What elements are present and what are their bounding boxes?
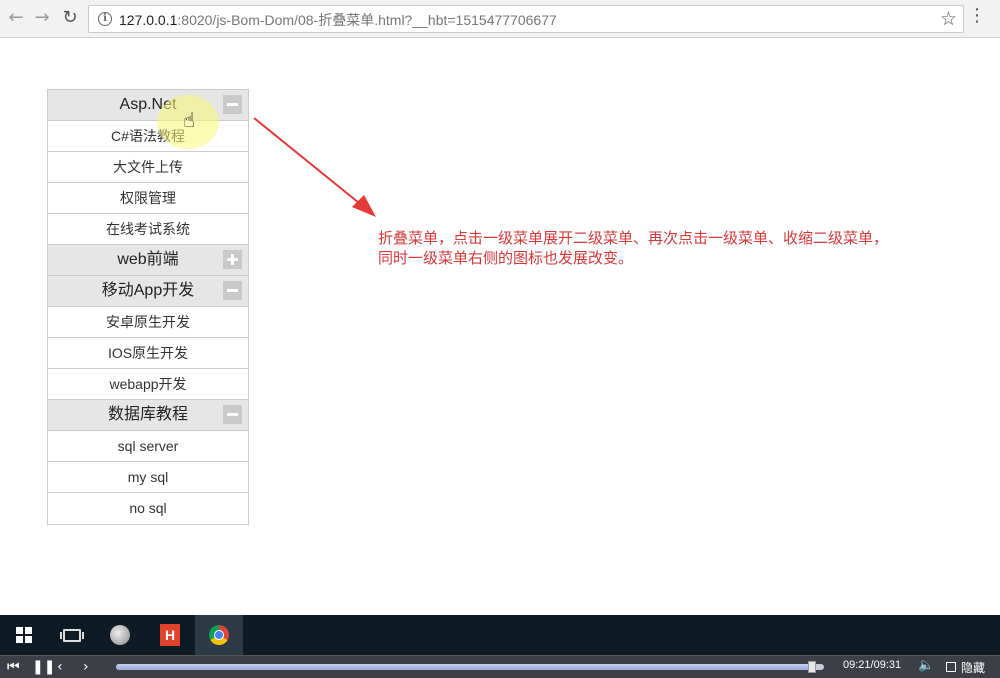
hide-label: 隐藏: [961, 661, 986, 675]
playback-time: 09:21/09:31: [843, 659, 902, 671]
collapsible-menu: Asp.Net C#语法教程 大文件上传 权限管理 在线考试系统 web前端 移动App开发…: [47, 89, 249, 525]
menu-header[interactable]: web前端: [48, 245, 248, 276]
browser-toolbar: ← → ↻ i 127.0.0.1:8020/js-Bom-Dom/08-折叠菜…: [0, 0, 1000, 38]
url-host: 127.0.0.1: [119, 12, 178, 28]
progress-fill: [116, 664, 812, 670]
address-bar[interactable]: i 127.0.0.1:8020/js-Bom-Dom/08-折叠菜单.html…: [88, 5, 964, 33]
annotation-arrow: [253, 117, 376, 217]
submenu-item[interactable]: 权限管理: [48, 183, 248, 214]
expand-plus-icon[interactable]: [223, 250, 242, 269]
collapse-minus-icon[interactable]: [223, 95, 242, 114]
windows-taskbar: H: [0, 615, 1000, 655]
skip-back-icon[interactable]: ⏮: [7, 658, 20, 676]
video-player-bar: ⏮ ❚❚ ‹ › 09:21/09:31 🔈 隐藏: [0, 655, 1000, 678]
menu-header-label: 移动App开发: [101, 282, 195, 299]
next-icon[interactable]: ›: [83, 658, 89, 676]
annotation-line-1: 折叠菜单，点击一级菜单展开二级菜单、再次点击一级菜单、收缩二级菜单，: [378, 229, 889, 247]
speaker-app-button[interactable]: [96, 615, 144, 655]
collapse-minus-icon[interactable]: [223, 405, 242, 424]
browser-menu-icon[interactable]: ⋮: [968, 7, 986, 25]
volume-icon[interactable]: 🔈: [918, 658, 934, 673]
reload-icon[interactable]: ↻: [60, 8, 80, 28]
back-icon[interactable]: ←: [6, 8, 26, 28]
chrome-icon: [209, 625, 229, 645]
url-path: :8020/js-Bom-Dom/08-折叠菜单.html?__hbt=1515…: [177, 12, 557, 28]
annotation-text: 折叠菜单，点击一级菜单展开二级菜单、再次点击一级菜单、收缩二级菜单， 同时一级菜…: [378, 228, 938, 268]
submenu-item[interactable]: sql server: [48, 431, 248, 462]
windows-start-icon: [16, 627, 32, 643]
hide-checkbox[interactable]: [946, 662, 956, 672]
info-icon[interactable]: i: [98, 12, 112, 26]
url-text[interactable]: 127.0.0.1:8020/js-Bom-Dom/08-折叠菜单.html?_…: [119, 10, 557, 30]
submenu-item[interactable]: 安卓原生开发: [48, 307, 248, 338]
submenu-item[interactable]: IOS原生开发: [48, 338, 248, 369]
progress-knob[interactable]: [807, 661, 816, 673]
menu-header[interactable]: 数据库教程: [48, 400, 248, 431]
annotation-line-2: 同时一级菜单右侧的图标也发展改变。: [378, 249, 634, 267]
hand-cursor-icon: ☝: [183, 108, 196, 132]
forward-icon[interactable]: →: [32, 8, 52, 28]
start-button[interactable]: [0, 615, 48, 655]
progress-bar[interactable]: [116, 661, 824, 673]
submenu-item[interactable]: my sql: [48, 462, 248, 493]
task-view-icon: [60, 628, 84, 642]
chrome-button[interactable]: [195, 615, 243, 655]
hbuilder-icon: H: [160, 624, 180, 646]
hbuilder-button[interactable]: H: [146, 615, 194, 655]
collapse-minus-icon[interactable]: [223, 281, 242, 300]
submenu-item[interactable]: webapp开发: [48, 369, 248, 400]
pause-icon[interactable]: ❚❚: [32, 658, 55, 676]
speaker-app-icon: [110, 625, 130, 645]
submenu-item[interactable]: 在线考试系统: [48, 214, 248, 245]
bookmark-star-icon[interactable]: ☆: [940, 8, 957, 30]
prev-icon[interactable]: ‹: [57, 658, 63, 676]
menu-header-label: web前端: [117, 251, 179, 268]
task-view-button[interactable]: [48, 615, 96, 655]
menu-header[interactable]: 移动App开发: [48, 276, 248, 307]
submenu-item[interactable]: 大文件上传: [48, 152, 248, 183]
menu-header-label: 数据库教程: [107, 406, 188, 423]
submenu-item[interactable]: no sql: [48, 493, 248, 524]
